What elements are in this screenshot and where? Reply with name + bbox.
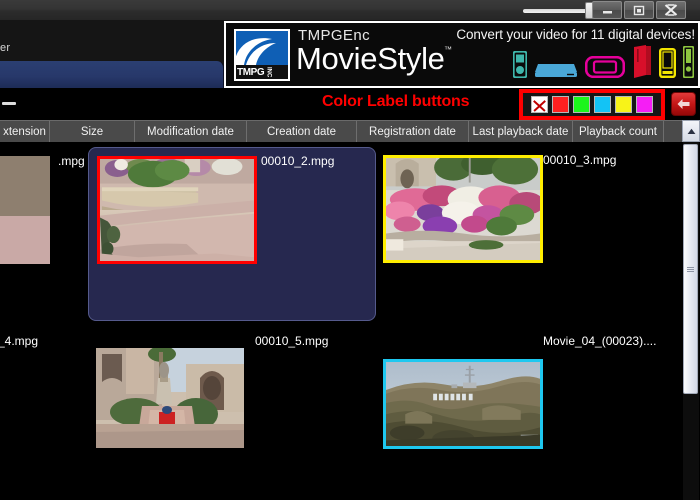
column-header-row: xtension Size Modification date Creation da… — [0, 120, 700, 142]
color-label-button-group — [523, 93, 661, 116]
color-label-highlight-ring — [519, 89, 665, 120]
column-header[interactable]: Modification date — [135, 121, 247, 142]
maximize-button[interactable] — [624, 1, 654, 19]
zoom-slider-track[interactable] — [523, 9, 591, 13]
thumbnail-reflection — [383, 269, 543, 319]
column-header[interactable]: Registration date — [357, 121, 469, 142]
wave-icon — [236, 38, 276, 65]
list-item[interactable]: _4.mpg — [0, 328, 65, 500]
color-label-button-cyan[interactable] — [594, 96, 611, 113]
list-item[interactable]: Movie_04_(00023).... — [375, 328, 665, 500]
application-window: er TMPG INC TMPGEnc MovieStyle ™ Convert… — [0, 0, 700, 500]
trademark-symbol: ™ — [444, 45, 452, 54]
vertical-scrollbar[interactable] — [682, 142, 700, 500]
window-controls — [592, 1, 686, 19]
scrollbar-thumb[interactable] — [683, 144, 698, 394]
video-frame-2 — [386, 158, 540, 260]
file-name-label: 00010_5.mpg — [255, 334, 329, 348]
psp-icon — [585, 56, 625, 78]
callout-label: Color Label buttons — [322, 93, 470, 110]
brand-main-label: MovieStyle — [296, 41, 445, 76]
file-name-label: _4.mpg — [0, 334, 39, 348]
thumbnail-reflection — [97, 270, 257, 320]
list-item[interactable]: 00010_3.mpg — [375, 147, 665, 321]
logo-wordmark: TMPG INC — [236, 65, 288, 79]
device-icon-row — [513, 45, 694, 78]
tmpgenc-logo: TMPG INC — [234, 29, 290, 81]
chevron-up-icon — [687, 128, 695, 134]
banner-tagline: Convert your video for 11 digital device… — [456, 27, 695, 42]
list-item[interactable]: 00010_5.mpg — [88, 328, 376, 500]
color-label-button-none[interactable] — [531, 96, 548, 113]
column-header[interactable]: Creation date — [247, 121, 357, 142]
color-label-button-magenta[interactable] — [636, 96, 653, 113]
console-icon — [634, 45, 651, 78]
thumbnail-image[interactable] — [96, 348, 244, 448]
thumbnail-reflection — [96, 448, 244, 496]
color-label-button-red[interactable] — [552, 96, 569, 113]
close-button[interactable] — [656, 1, 686, 19]
column-header[interactable]: Playback count — [573, 121, 664, 142]
back-button[interactable] — [671, 92, 696, 116]
file-name-label: Movie_04_(00023).... — [543, 334, 657, 348]
file-name-label: 00010_3.mpg — [543, 153, 617, 167]
column-header[interactable]: Size — [50, 121, 135, 142]
logo-word-text: TMPG — [237, 66, 265, 78]
list-item[interactable]: .mpg — [0, 148, 85, 322]
dvd-player-icon — [535, 64, 577, 77]
video-frame-4 — [96, 348, 244, 448]
video-frame-0 — [0, 156, 50, 264]
logo-inc-text: INC — [265, 66, 272, 78]
thumbnail-grid[interactable]: .mpg 00010_2.mpg 00010_3.mpg _4.mpg 0001… — [0, 142, 682, 500]
color-label-button-yellow[interactable] — [615, 96, 632, 113]
video-frame-5 — [386, 362, 540, 446]
file-name-label: 00010_2.mpg — [261, 154, 335, 168]
xbox-icon — [683, 46, 694, 78]
list-item-selected[interactable]: 00010_2.mpg — [88, 147, 376, 321]
column-header[interactable]: Last playback date — [469, 121, 573, 142]
scrollbar-grip-icon — [687, 266, 694, 272]
thumbnail-reflection — [383, 455, 543, 499]
video-frame-1 — [100, 159, 254, 261]
file-name-label: .mpg — [58, 154, 85, 168]
thumbnail-image[interactable] — [0, 156, 50, 264]
toolbar-handle[interactable] — [2, 102, 16, 105]
column-header[interactable]: xtension — [0, 121, 50, 142]
phone-icon — [659, 48, 676, 78]
thumbnail-image[interactable] — [383, 155, 543, 263]
arrow-left-icon — [677, 99, 690, 109]
scroll-up-button[interactable] — [682, 120, 700, 142]
title-bar — [0, 0, 700, 20]
thumbnail-image[interactable] — [383, 359, 543, 449]
partial-tab-label: er — [0, 42, 11, 54]
ipod-icon — [513, 51, 527, 78]
product-banner[interactable]: TMPG INC TMPGEnc MovieStyle ™ Convert yo… — [224, 21, 700, 88]
color-label-button-green[interactable] — [573, 96, 590, 113]
thumbnail-image[interactable] — [97, 156, 257, 264]
minimize-button[interactable] — [592, 1, 622, 19]
